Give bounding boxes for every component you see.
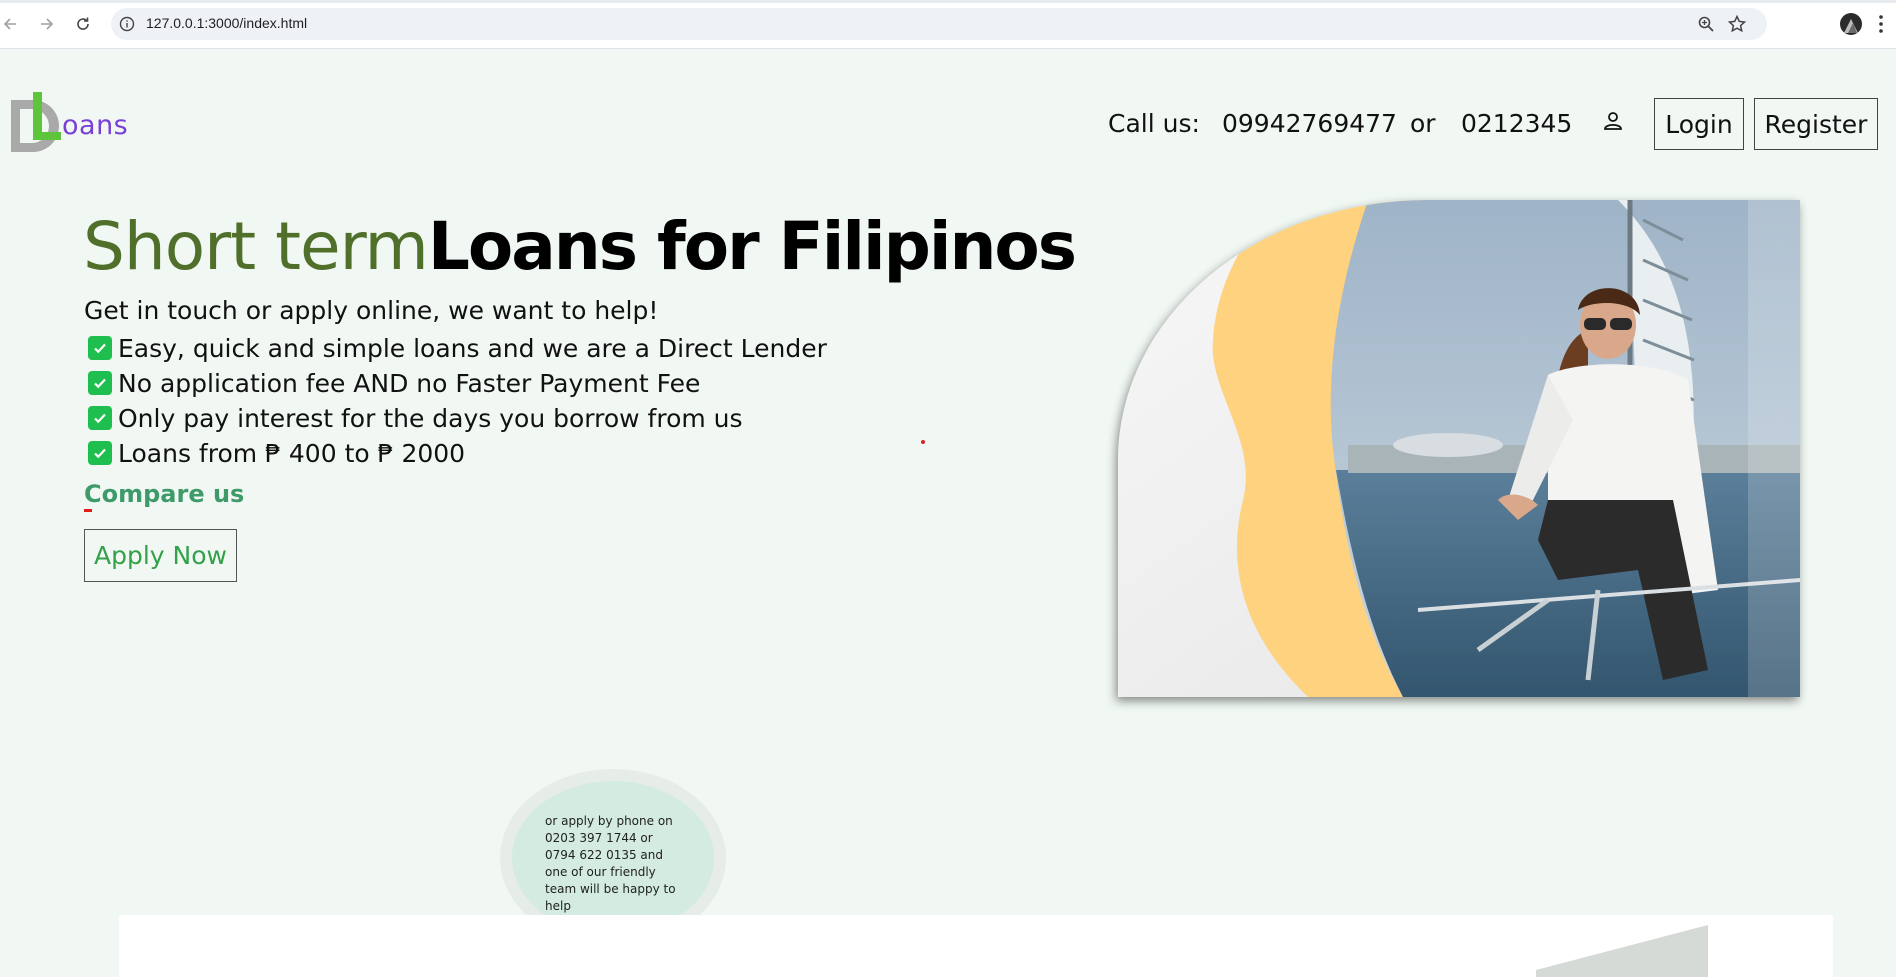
call-us-label: Call us: xyxy=(1108,109,1200,138)
feature-item: Only pay interest for the days you borro… xyxy=(88,403,743,433)
checkbox-check-icon xyxy=(88,441,112,465)
reload-button[interactable] xyxy=(72,13,94,35)
back-button[interactable] xyxy=(0,13,22,35)
feature-text: Loans from ₱ 400 to ₱ 2000 xyxy=(118,438,466,468)
arrow-left-icon xyxy=(3,18,16,30)
compare-us-link[interactable]: Compare us xyxy=(84,480,244,508)
feature-item: No application fee AND no Faster Payment… xyxy=(88,368,700,398)
checkbox-check-icon xyxy=(88,336,112,360)
feature-item: Easy, quick and simple loans and we are … xyxy=(88,333,827,363)
logo-text: oans xyxy=(62,110,129,141)
login-button[interactable]: Login xyxy=(1654,98,1744,150)
hero-lead: Get in touch or apply online, we want to… xyxy=(84,296,659,325)
hero-title-bold: Loans for Filipinos xyxy=(427,208,1077,285)
checkbox-check-icon xyxy=(88,371,112,395)
kebab-menu-icon[interactable] xyxy=(1878,14,1884,34)
feature-item: Loans from ₱ 400 to ₱ 2000 xyxy=(88,438,465,468)
hero-title: Short termLoans for Filipinos xyxy=(83,207,1077,287)
hero-photo xyxy=(1118,200,1800,697)
feature-text: Easy, quick and simple loans and we are … xyxy=(118,333,827,363)
user-icon[interactable] xyxy=(1602,110,1624,132)
stray-dot xyxy=(921,440,925,444)
url-text[interactable]: 127.0.0.1:3000/index.html xyxy=(146,15,307,31)
site-logo[interactable]: oans xyxy=(11,90,131,154)
tab-strip-edge xyxy=(0,0,1896,3)
feature-text: Only pay interest for the days you borro… xyxy=(118,403,743,433)
profile-avatar[interactable] xyxy=(1840,13,1862,35)
browser-toolbar: 127.0.0.1:3000/index.html xyxy=(0,0,1896,49)
hero-photo-illustration xyxy=(1118,200,1800,697)
zoom-icon[interactable] xyxy=(1697,15,1715,33)
info-icon[interactable] xyxy=(119,16,135,32)
star-icon[interactable] xyxy=(1727,14,1747,34)
hero-title-light: Short term xyxy=(83,208,429,285)
compare-underline-mark xyxy=(84,509,92,512)
phone-bubble-text: or apply by phone on 0203 397 1744 or 07… xyxy=(545,814,676,913)
apply-now-button[interactable]: Apply Now xyxy=(84,529,237,582)
forward-button[interactable] xyxy=(35,13,57,35)
arrow-right-icon xyxy=(41,18,54,30)
address-bar[interactable]: 127.0.0.1:3000/index.html xyxy=(111,8,1767,40)
register-button[interactable]: Register xyxy=(1754,98,1878,150)
phone-primary[interactable]: 09942769477 xyxy=(1222,109,1397,138)
phone-secondary[interactable]: 0212345 xyxy=(1461,109,1572,138)
reload-icon xyxy=(77,17,89,30)
or-separator: or xyxy=(1410,109,1436,138)
profile-image-icon xyxy=(1844,19,1858,33)
feature-text: No application fee AND no Faster Payment… xyxy=(118,368,701,398)
checkbox-check-icon xyxy=(88,406,112,430)
decorative-shape xyxy=(1536,925,1708,977)
